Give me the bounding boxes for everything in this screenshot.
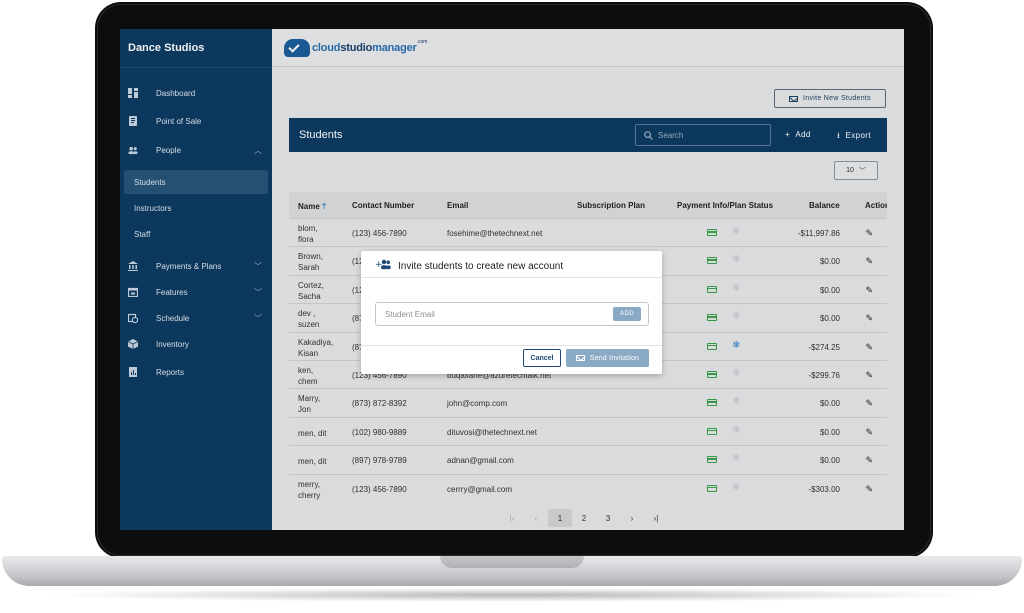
student-email-input[interactable] bbox=[376, 303, 606, 325]
send-invitation-label: Send Invitation bbox=[589, 354, 640, 362]
laptop-shadow bbox=[40, 588, 984, 602]
modal-title: Invite students to create new account bbox=[398, 261, 564, 272]
laptop-notch bbox=[440, 556, 584, 568]
app-screen: Dance Studios Dashboard Point of Sale Pe… bbox=[120, 29, 904, 530]
modal-header: + Invite students to create new account bbox=[361, 251, 662, 278]
student-email-field: ADD bbox=[375, 302, 649, 326]
modal-footer-divider bbox=[361, 345, 662, 346]
add-email-button[interactable]: ADD bbox=[613, 307, 641, 321]
send-invitation-button[interactable]: Send Invitation bbox=[566, 349, 649, 367]
add-group-icon: + bbox=[375, 259, 391, 273]
invite-modal: + Invite students to create new account … bbox=[361, 251, 662, 374]
cancel-button[interactable]: Cancel bbox=[523, 349, 561, 367]
mail-icon bbox=[575, 355, 585, 361]
